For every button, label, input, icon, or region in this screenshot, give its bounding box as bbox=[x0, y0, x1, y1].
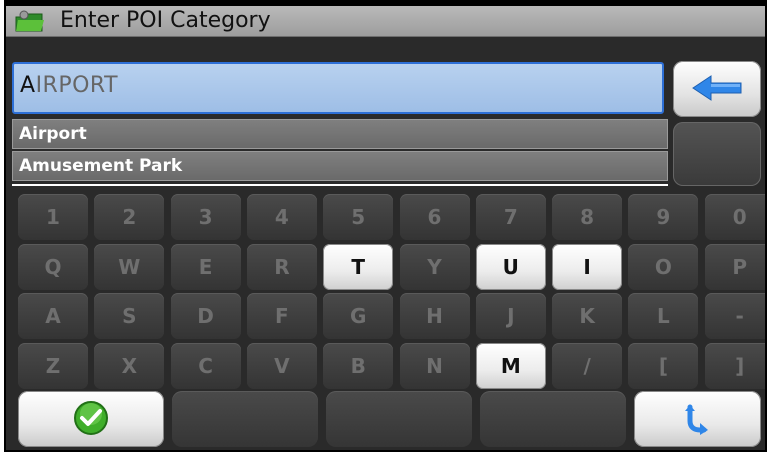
key-f[interactable]: F bbox=[246, 293, 317, 339]
typed-text: A bbox=[20, 73, 36, 98]
key-x[interactable]: X bbox=[94, 342, 165, 389]
list-divider bbox=[12, 184, 668, 186]
bottom-button-blank[interactable] bbox=[326, 391, 472, 447]
key-dash[interactable]: - bbox=[704, 293, 765, 339]
key-p[interactable]: P bbox=[704, 243, 765, 290]
suggestion-item[interactable]: Airport bbox=[12, 119, 668, 149]
key-z[interactable]: Z bbox=[18, 342, 88, 389]
checkmark-icon bbox=[74, 401, 108, 435]
key-g[interactable]: G bbox=[323, 293, 394, 339]
key-e[interactable]: E bbox=[170, 243, 241, 290]
key-u[interactable]: U bbox=[475, 243, 546, 290]
ok-button[interactable] bbox=[18, 391, 164, 447]
key-9[interactable]: 9 bbox=[628, 194, 699, 240]
key-y[interactable]: Y bbox=[399, 243, 470, 290]
key-v[interactable]: V bbox=[246, 342, 317, 389]
key-right-bracket[interactable]: ] bbox=[704, 342, 765, 389]
key-m[interactable]: M bbox=[475, 342, 546, 389]
folder-poi-icon bbox=[15, 10, 44, 32]
completion-text: IRPORT bbox=[35, 73, 119, 98]
key-4[interactable]: 4 bbox=[246, 194, 317, 240]
key-5[interactable]: 5 bbox=[323, 194, 394, 240]
key-b[interactable]: B bbox=[323, 342, 394, 389]
key-d[interactable]: D bbox=[170, 293, 241, 339]
title-bar: Enter POI Category bbox=[6, 6, 765, 37]
key-t[interactable]: T bbox=[323, 243, 394, 290]
key-0[interactable]: 0 bbox=[704, 194, 765, 240]
search-input[interactable]: AIRPORT bbox=[12, 62, 664, 114]
key-l[interactable]: L bbox=[628, 293, 699, 339]
key-8[interactable]: 8 bbox=[552, 194, 623, 240]
list-side-button[interactable] bbox=[673, 122, 761, 186]
key-slash[interactable]: / bbox=[552, 342, 623, 389]
return-arrow-icon bbox=[685, 404, 708, 435]
key-k[interactable]: K bbox=[552, 293, 623, 339]
key-q[interactable]: Q bbox=[18, 243, 88, 290]
key-r[interactable]: R bbox=[246, 243, 317, 290]
key-6[interactable]: 6 bbox=[399, 194, 470, 240]
search-input-text: AIRPORT bbox=[20, 73, 118, 98]
key-7[interactable]: 7 bbox=[475, 194, 546, 240]
key-a[interactable]: A bbox=[18, 293, 88, 339]
key-left-bracket[interactable]: [ bbox=[628, 342, 699, 389]
bottom-button-blank[interactable] bbox=[480, 391, 626, 447]
backspace-button[interactable] bbox=[673, 61, 761, 117]
return-button[interactable] bbox=[634, 391, 761, 447]
key-w[interactable]: W bbox=[94, 243, 165, 290]
key-1[interactable]: 1 bbox=[18, 194, 88, 240]
key-o[interactable]: O bbox=[628, 243, 699, 290]
key-c[interactable]: C bbox=[170, 342, 241, 389]
key-h[interactable]: H bbox=[399, 293, 470, 339]
key-s[interactable]: S bbox=[94, 293, 165, 339]
key-2[interactable]: 2 bbox=[94, 194, 165, 240]
key-j[interactable]: J bbox=[475, 293, 546, 339]
key-3[interactable]: 3 bbox=[170, 194, 241, 240]
bottom-button-blank[interactable] bbox=[172, 391, 318, 447]
app-window: Enter POI Category AIRPORT Airport Amuse… bbox=[4, 0, 767, 452]
key-n[interactable]: N bbox=[399, 342, 470, 389]
window-title: Enter POI Category bbox=[60, 8, 271, 33]
suggestion-item[interactable]: Amusement Park bbox=[12, 151, 668, 181]
backspace-arrow-icon bbox=[692, 75, 742, 101]
key-i[interactable]: I bbox=[552, 243, 623, 290]
